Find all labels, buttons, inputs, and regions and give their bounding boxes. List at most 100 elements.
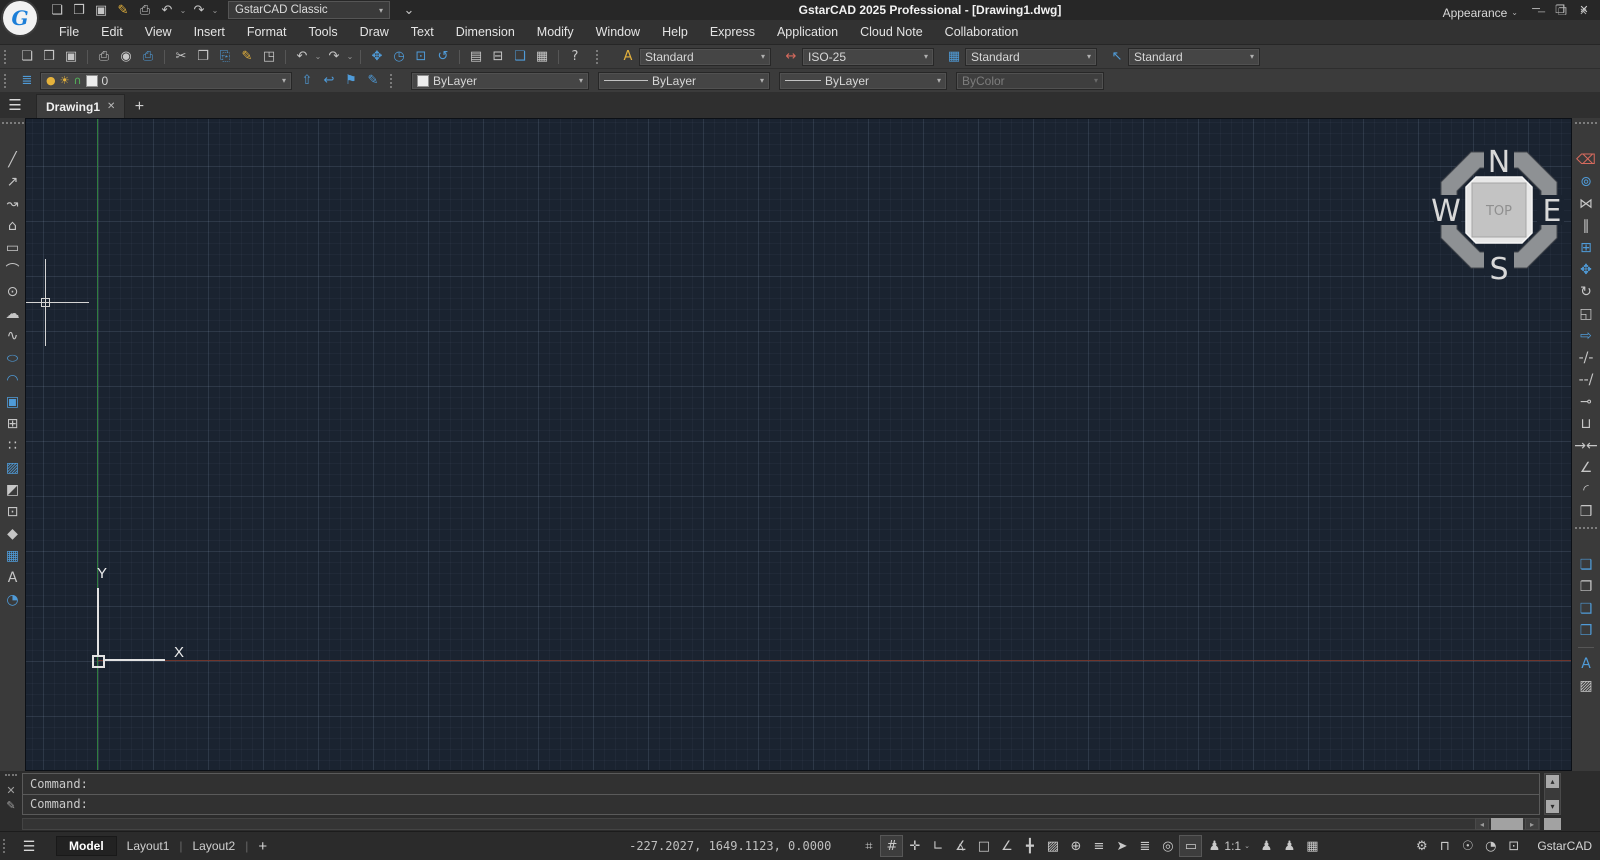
calculator-icon[interactable]: ▦	[531, 47, 553, 67]
isolate-objects-icon[interactable]: ≣	[1133, 835, 1156, 857]
insert-block-icon[interactable]: ▣	[2, 391, 24, 413]
menu-help[interactable]: Help	[651, 20, 699, 44]
edit-command-icon[interactable]: ✎	[6, 798, 15, 813]
status-grip[interactable]	[3, 839, 10, 853]
table-style-combo[interactable]: ▦ Standard ▾	[943, 47, 1097, 67]
auto-annotation-icon[interactable]: ♟	[1278, 835, 1301, 857]
new-file-icon[interactable]: ❏	[16, 47, 38, 67]
layer-states-icon[interactable]: ⚑	[340, 71, 362, 91]
text-style-combo[interactable]: A Standard ▾	[617, 47, 771, 67]
help-icon[interactable]: ?	[558, 47, 586, 67]
cut-icon[interactable]: ✂	[164, 47, 192, 67]
zoom-previous-icon[interactable]: ↺	[432, 47, 454, 67]
copy-icon[interactable]: ❐	[192, 47, 214, 67]
join-icon[interactable]: →←	[1574, 435, 1597, 457]
circle-icon[interactable]: ⊙	[2, 281, 24, 303]
layout1-tab[interactable]: Layout1	[117, 839, 180, 853]
rectangle-icon[interactable]: ▭	[2, 237, 24, 259]
scroll-down-icon[interactable]: ▾	[1546, 800, 1559, 813]
polyline-icon[interactable]: ↝	[2, 193, 24, 215]
polar-tracking-icon[interactable]: ∡	[949, 835, 972, 857]
fillet-icon[interactable]: ◜	[1575, 479, 1597, 501]
open-file-icon[interactable]: ❒	[68, 0, 90, 20]
undo-icon[interactable]: ↶	[156, 0, 178, 20]
menu-application[interactable]: Application	[766, 20, 849, 44]
performance-icon[interactable]: ◔	[1479, 835, 1502, 857]
hatch-icon[interactable]: ▨	[2, 457, 24, 479]
interface-lock-icon[interactable]: ⊓	[1433, 835, 1456, 857]
scroll-up-icon[interactable]: ▴	[1546, 775, 1559, 788]
block-editor-icon[interactable]: ◳	[258, 47, 280, 67]
layer-lock-icon[interactable]: ∩	[73, 74, 81, 87]
quick-properties-icon[interactable]: ▦	[1301, 835, 1324, 857]
mdi-restore-button[interactable]: ❐	[1552, 5, 1573, 21]
toolbar-grip[interactable]	[1, 122, 24, 146]
dimension-style-combo[interactable]: ↔ ISO-25 ▾	[780, 47, 934, 67]
table-icon[interactable]: ▦	[2, 545, 24, 567]
text-to-front-icon[interactable]: A	[1575, 647, 1597, 675]
layout2-tab[interactable]: Layout2	[183, 839, 246, 853]
menu-window[interactable]: Window	[585, 20, 651, 44]
quick-zoom-icon[interactable]: ◎	[1156, 835, 1179, 857]
menu-view[interactable]: View	[134, 20, 183, 44]
status-menu-icon[interactable]: ☰	[16, 838, 42, 855]
redo-dropdown-icon[interactable]: ⌄	[210, 0, 220, 20]
match-properties-icon[interactable]: ✎	[236, 47, 258, 67]
menu-modify[interactable]: Modify	[526, 20, 585, 44]
compass-east[interactable]: E	[1543, 194, 1562, 229]
point-icon[interactable]: ∷	[2, 435, 24, 457]
make-object-layer-current-icon[interactable]: ⇧	[296, 71, 318, 91]
coordinates-readout[interactable]: -227.2027, 1649.1123, 0.0000	[629, 839, 831, 853]
spline-icon[interactable]: ∿	[2, 325, 24, 347]
save-as-icon[interactable]: ✎	[112, 0, 134, 20]
style-value-dropdown[interactable]: Standard ▾	[965, 47, 1097, 66]
close-command-icon[interactable]: ✕	[6, 783, 15, 798]
break-at-point-icon[interactable]: ⊸	[1575, 391, 1597, 413]
copy-object-icon[interactable]: ⊚	[1575, 171, 1597, 193]
annotation-scale[interactable]: ♟ 1:1 ⌄	[1202, 835, 1255, 857]
bring-above-objects-icon[interactable]: ❑	[1575, 598, 1597, 620]
dynamic-ucs-icon[interactable]: ╋	[1018, 835, 1041, 857]
hatch-to-back-icon[interactable]: ▨	[1575, 675, 1597, 697]
layer-properties-manager-icon[interactable]: ≣	[16, 71, 38, 91]
dynamic-input-icon[interactable]: ⊕	[1064, 835, 1087, 857]
offset-icon[interactable]: ∥	[1575, 215, 1597, 237]
grid-display-icon[interactable]: #	[880, 835, 904, 857]
workspace-select[interactable]: GstarCAD Classic ▾	[228, 1, 390, 19]
new-tab-button[interactable]: +	[125, 95, 153, 118]
mdi-minimize-button[interactable]: ─	[1531, 5, 1552, 21]
region-icon[interactable]: ⊡	[2, 501, 24, 523]
menu-insert[interactable]: Insert	[183, 20, 236, 44]
hardware-acceleration-icon[interactable]: ☉	[1456, 835, 1479, 857]
array-icon[interactable]: ⊞	[1575, 237, 1597, 259]
menu-tools[interactable]: Tools	[297, 20, 348, 44]
compass-top-label[interactable]: TOP	[1485, 204, 1512, 219]
annotation-visibility-icon[interactable]: ♟	[1255, 835, 1278, 857]
layer-freeze-icon[interactable]: ☀	[60, 74, 70, 87]
redo-icon[interactable]: ↷	[188, 0, 210, 20]
menu-cloud-note[interactable]: Cloud Note	[849, 20, 934, 44]
selection-cycling-icon[interactable]: ➤	[1110, 835, 1133, 857]
send-under-objects-icon[interactable]: ❒	[1575, 620, 1597, 642]
ortho-mode-icon[interactable]: ∟	[926, 835, 949, 857]
explode-icon[interactable]: ❒	[1575, 501, 1597, 523]
style-value-dropdown[interactable]: ISO-25 ▾	[802, 47, 934, 66]
drawing-canvas[interactable]: Y X TOP N S W E	[25, 118, 1572, 771]
multileader-style-combo[interactable]: ↖ Standard ▾	[1106, 47, 1260, 67]
object-snap-icon[interactable]: □	[972, 835, 995, 857]
style-value-dropdown[interactable]: Standard ▾	[1128, 47, 1260, 66]
change-to-current-layer-icon[interactable]: ✎	[362, 71, 384, 91]
make-block-icon[interactable]: ⊞	[2, 413, 24, 435]
toolbar-grip[interactable]	[4, 49, 11, 64]
menu-collaboration[interactable]: Collaboration	[934, 20, 1030, 44]
model-tab[interactable]: Model	[56, 836, 117, 856]
command-grip[interactable]	[5, 774, 17, 780]
layer-select[interactable]: ● ☀ ∩ 0 ▾	[40, 71, 292, 90]
tab-drawing1[interactable]: Drawing1 ✕	[36, 94, 126, 118]
chamfer-icon[interactable]: ∠	[1575, 457, 1597, 479]
pan-icon[interactable]: ✥	[360, 47, 388, 67]
horizontal-scrollbar-track[interactable]	[22, 818, 1540, 830]
properties-palette-icon[interactable]: ▤	[459, 47, 487, 67]
command-input-line[interactable]: Command:	[22, 794, 1540, 815]
scroll-left-icon[interactable]: ◂	[1475, 818, 1489, 830]
